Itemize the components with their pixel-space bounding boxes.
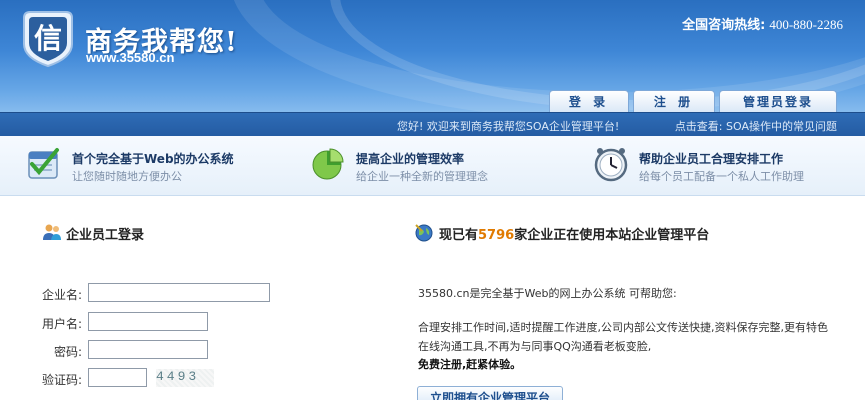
stats-title-suffix: 家企业正在使用本站企业管理平台 xyxy=(514,228,710,243)
nav-strip: 您好! 欢迎来到商务我帮您SOA企业管理平台! 点击查看: SOA操作中的常见问… xyxy=(0,112,865,136)
header-tabs: 登 录 注 册 管理员登录 xyxy=(549,90,837,112)
password-label: 密码: xyxy=(53,345,82,359)
own-platform-button[interactable]: 立即拥有企业管理平台 xyxy=(417,386,563,400)
captcha-input[interactable] xyxy=(88,368,147,387)
feature-title: 帮助企业员工合理安排工作 xyxy=(639,152,784,166)
feature-subtitle: 给每个员工配备一个私人工作助理 xyxy=(639,170,804,183)
hotline-label: 全国咨询热线: xyxy=(682,18,766,33)
intro-text: 35580.cn是完全基于Web的网上办公系统 可帮助您: xyxy=(418,287,677,300)
login-panel-title: 企业员工登录 xyxy=(66,228,145,243)
company-count: 5796 xyxy=(478,228,515,243)
captcha-image[interactable]: 4493 xyxy=(156,369,214,387)
password-input[interactable] xyxy=(88,340,208,359)
logo-url: www.35580.cn xyxy=(86,50,175,65)
username-label: 用户名: xyxy=(41,317,82,331)
logo-emblem-icon: 信 xyxy=(23,11,73,68)
tab-login[interactable]: 登 录 xyxy=(549,90,629,112)
stats-title: 现已有5796家企业正在使用本站企业管理平台 xyxy=(439,224,709,243)
checklist-icon xyxy=(28,148,59,179)
company-input[interactable] xyxy=(88,283,270,302)
pie-chart-icon xyxy=(312,148,344,180)
site-header: 信 商务我帮您! www.35580.cn 全国咨询热线: 400-880-228… xyxy=(0,0,865,112)
feature-title: 首个完全基于Web的办公系统 xyxy=(72,152,234,166)
tab-register[interactable]: 注 册 xyxy=(633,90,715,112)
features-bar: 首个完全基于Web的办公系统 让您随时随地方便办公 提高企业的管理效率 给企业一… xyxy=(0,136,865,196)
stats-title-prefix: 现已有 xyxy=(439,228,479,243)
company-label: 企业名: xyxy=(41,288,82,302)
faq-link[interactable]: 点击查看: SOA操作中的常见问题 xyxy=(675,118,837,134)
hotline-number: 400-880-2286 xyxy=(769,17,843,32)
cta-text: 免费注册,赶紧体验。 xyxy=(418,358,522,371)
tab-admin-login[interactable]: 管理员登录 xyxy=(719,90,837,112)
captcha-label: 验证码: xyxy=(41,373,82,387)
feature-title: 提高企业的管理效率 xyxy=(356,152,465,166)
benefit-text: 合理安排工作时间,适时提醒工作进度,公司内部公文传送快捷,资料保存完整,更有特色… xyxy=(418,321,828,353)
hotline: 全国咨询热线: 400-880-2286 xyxy=(682,14,843,33)
feature-subtitle: 让您随时随地方便办公 xyxy=(72,170,182,183)
username-input[interactable] xyxy=(88,312,208,331)
welcome-text: 您好! 欢迎来到商务我帮您SOA企业管理平台! xyxy=(397,120,620,133)
clock-icon xyxy=(594,148,628,182)
logo-char: 信 xyxy=(34,22,62,55)
globe-icon xyxy=(415,224,433,242)
users-icon xyxy=(43,224,61,240)
feature-subtitle: 给企业一种全新的管理理念 xyxy=(356,170,488,183)
